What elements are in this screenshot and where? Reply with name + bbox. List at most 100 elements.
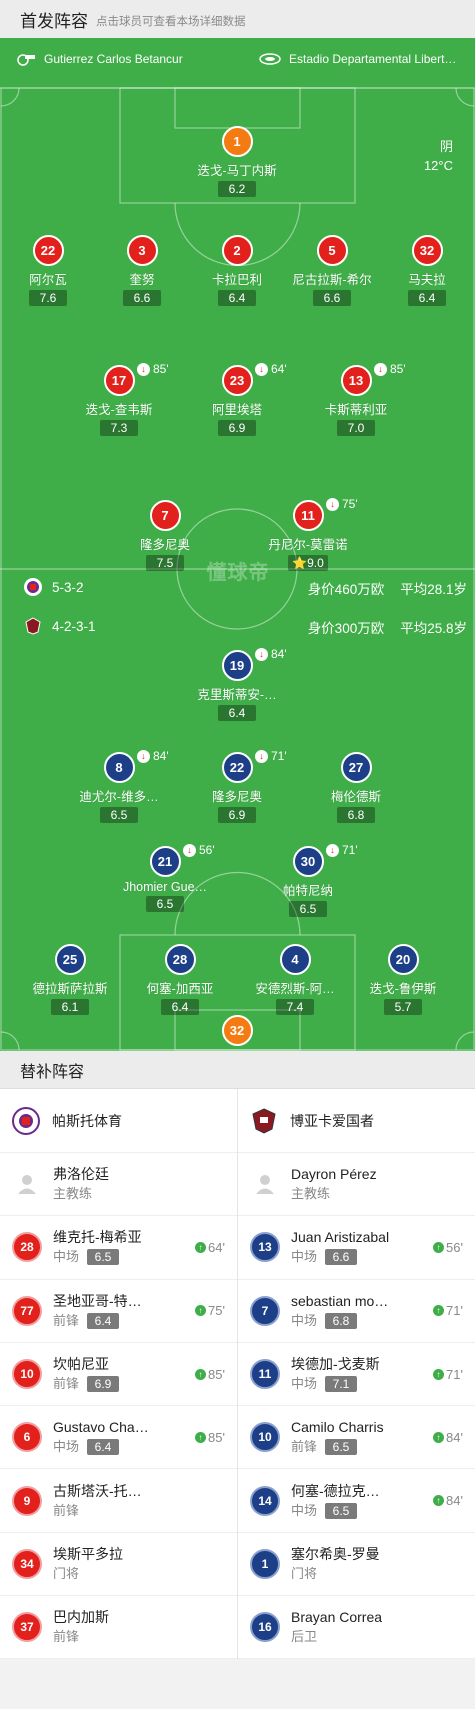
- player-rating: 7.6: [29, 290, 67, 306]
- home-player[interactable]: 7 隆多尼奥 7.5: [115, 500, 215, 572]
- stadium-icon: [259, 53, 281, 65]
- sub-jersey-number: 6: [12, 1422, 42, 1453]
- sub-player-row[interactable]: 77 圣地亚哥-特… 前锋 6.4 ↑ 75': [0, 1280, 237, 1343]
- sub-minute: 75': [342, 497, 358, 511]
- sub-jersey-number: 16: [250, 1612, 280, 1643]
- away-player[interactable]: 4 安德烈斯-阿… 7.4: [245, 944, 345, 1016]
- coach-avatar-icon: [250, 1169, 280, 1199]
- away-player[interactable]: 28 何塞-加西亚 6.4: [130, 944, 230, 1016]
- substitution-icon: ↓: [326, 497, 339, 511]
- player-rating: 7.5: [146, 555, 184, 571]
- sub-on-indicator: ↑ 56': [433, 1240, 463, 1255]
- sub-on-icon: ↑: [195, 1368, 207, 1380]
- player-rating: 6.4: [218, 290, 256, 306]
- away-player[interactable]: 20 迭戈-鲁伊斯 5.7: [353, 944, 453, 1016]
- sub-off-indicator: ↓ 75': [326, 497, 358, 511]
- sub-player-position: 中场: [291, 1249, 318, 1265]
- sub-jersey-number: 13: [250, 1232, 280, 1263]
- sub-player-name: Gustavo Cha…: [53, 1419, 149, 1436]
- sub-player-row[interactable]: 14 何塞-德拉克… 中场 6.5 ↑ 84': [238, 1469, 475, 1533]
- sub-player-info: 埃斯平多拉 门将: [53, 1544, 123, 1584]
- rating-value: 6.4: [171, 1000, 189, 1014]
- sub-player-row[interactable]: 13 Juan Aristizabal 中场 6.6 ↑ 56': [238, 1216, 475, 1280]
- sub-player-position: 门将: [53, 1565, 80, 1581]
- sub-player-name: 古斯塔沃-托…: [53, 1482, 142, 1499]
- sub-player-row[interactable]: 16 Brayan Correa 后卫: [238, 1596, 475, 1660]
- player-rating: 6.5: [289, 901, 327, 917]
- sub-player-info: Brayan Correa 后卫: [291, 1607, 382, 1647]
- away-player[interactable]: 8 ↓ 84' 迪尤尔-维多… 6.5: [69, 749, 169, 824]
- jersey-number: 21: [149, 846, 181, 877]
- sub-on-icon: ↑: [433, 1305, 445, 1317]
- away-player[interactable]: 21 ↓ 56' Jhomier Gue… 6.5: [115, 843, 215, 913]
- away-coach[interactable]: Dayron Pérez 主教练: [238, 1153, 475, 1217]
- sub-player-info: 何塞-德拉克… 中场 6.5: [291, 1481, 380, 1521]
- sub-on-indicator: ↑ 85': [195, 1367, 225, 1382]
- sub-minute: 56': [199, 843, 215, 857]
- sub-player-row[interactable]: 9 古斯塔沃-托… 前锋: [0, 1469, 237, 1533]
- home-player[interactable]: 13 ↓ 85' 卡斯蒂利亚 7.0: [306, 362, 406, 437]
- rating-value: 6.1: [61, 1000, 79, 1014]
- sub-player-info: 圣地亚哥-特… 前锋 6.4: [53, 1291, 142, 1331]
- home-player[interactable]: 11 ↓ 75' 丹尼尔-莫雷诺 ⭐9.0: [258, 497, 358, 572]
- home-team-value: 身价460万欧: [307, 582, 385, 597]
- weather: 阴 12°C: [424, 137, 453, 175]
- substitution-icon: ↓: [137, 749, 150, 763]
- sub-player-rating: 6.5: [325, 1502, 358, 1519]
- sub-player-row[interactable]: 10 坎帕尼亚 前锋 6.9 ↑ 85': [0, 1343, 237, 1407]
- sub-player-name: 维克托-梅希亚: [53, 1229, 142, 1246]
- home-player[interactable]: 1 迭戈-马丁内斯 6.2: [187, 126, 287, 198]
- away-player[interactable]: 30 ↓ 71' 帕特尼纳 6.5: [258, 843, 358, 918]
- sub-minute: 85': [390, 362, 406, 376]
- sub-player-info: 维克托-梅希亚 中场 6.5: [53, 1227, 142, 1267]
- sub-player-position: 前锋: [53, 1312, 80, 1328]
- sub-player-name: sebastian mo…: [291, 1292, 389, 1309]
- home-player[interactable]: 23 ↓ 64' 阿里埃塔 6.9: [187, 362, 287, 437]
- sub-player-info: Camilo Charris 前锋 6.5: [291, 1417, 384, 1457]
- sub-on-icon: ↑: [195, 1305, 207, 1317]
- sub-player-row[interactable]: 1 塞尔希奥-罗曼 门将: [238, 1533, 475, 1597]
- jersey-number: 25: [54, 944, 86, 975]
- sub-player-meta: 前锋: [53, 1627, 109, 1647]
- sub-player-row[interactable]: 28 维克托-梅希亚 中场 6.5 ↑ 64': [0, 1216, 237, 1280]
- away-player[interactable]: 22 ↓ 71' 隆多尼奥 6.9: [187, 749, 287, 824]
- rating-value: 6.6: [323, 291, 341, 305]
- sub-on-minute: 84': [446, 1493, 463, 1509]
- sub-player-position: 前锋: [53, 1376, 80, 1392]
- player-rating: 6.6: [123, 290, 161, 306]
- away-player[interactable]: 27 梅伦德斯 6.8: [306, 752, 406, 824]
- away-subs-team[interactable]: 博亚卡爱国者: [238, 1089, 475, 1153]
- home-subs-team[interactable]: 帕斯托体育: [0, 1089, 237, 1153]
- sub-player-info: 塞尔希奥-罗曼 门将: [291, 1544, 380, 1584]
- home-player[interactable]: 32 马夫拉 6.4: [377, 235, 475, 307]
- jersey-number: 17: [103, 365, 135, 396]
- substitution-icon: ↓: [255, 362, 268, 376]
- referee: Gutierrez Carlos Betancur: [16, 52, 183, 66]
- sub-player-rating: 6.9: [87, 1376, 120, 1393]
- away-player[interactable]: 19 ↓ 84' 克里斯蒂安-… 6.4: [187, 647, 287, 722]
- sub-player-row[interactable]: 7 sebastian mo… 中场 6.8 ↑ 71': [238, 1280, 475, 1343]
- sub-player-row[interactable]: 37 巴内加斯 前锋: [0, 1596, 237, 1660]
- sub-on-minute: 75': [208, 1303, 225, 1319]
- home-player[interactable]: 22 阿尔瓦 7.6: [0, 235, 98, 307]
- sub-player-name: Camilo Charris: [291, 1419, 384, 1436]
- home-team-stats: 身价460万欧 平均28.1岁: [308, 578, 467, 598]
- away-player[interactable]: 32胡安-巴伦西亚7.0: [187, 1015, 287, 1051]
- home-player[interactable]: 17 ↓ 85' 迭戈-查韦斯 7.3: [69, 362, 169, 437]
- home-player[interactable]: 5 尼古拉斯-希尔 6.6: [282, 235, 382, 307]
- sub-player-row[interactable]: 34 埃斯平多拉 门将: [0, 1533, 237, 1597]
- sub-player-info: 古斯塔沃-托… 前锋: [53, 1481, 142, 1521]
- sub-player-row[interactable]: 6 Gustavo Cha… 中场 6.4 ↑ 85': [0, 1406, 237, 1470]
- player-name: Jhomier Gue…: [122, 880, 208, 894]
- sub-jersey-number: 37: [12, 1612, 42, 1643]
- home-player[interactable]: 3 奎努 6.6: [92, 235, 192, 307]
- home-player[interactable]: 2 卡拉巴利 6.4: [187, 235, 287, 307]
- player-name: 马夫拉: [408, 273, 446, 287]
- jersey-number: 7: [149, 500, 181, 531]
- home-coach[interactable]: 弗洛伦廷 主教练: [0, 1153, 237, 1217]
- sub-player-row[interactable]: 10 Camilo Charris 前锋 6.5 ↑ 84': [238, 1406, 475, 1470]
- sub-player-meta: 前锋: [53, 1501, 142, 1521]
- substitution-icon: ↓: [326, 843, 339, 857]
- away-player[interactable]: 25 德拉斯萨拉斯 6.1: [20, 944, 120, 1016]
- sub-player-row[interactable]: 11 埃德加-戈麦斯 中场 7.1 ↑ 71': [238, 1343, 475, 1407]
